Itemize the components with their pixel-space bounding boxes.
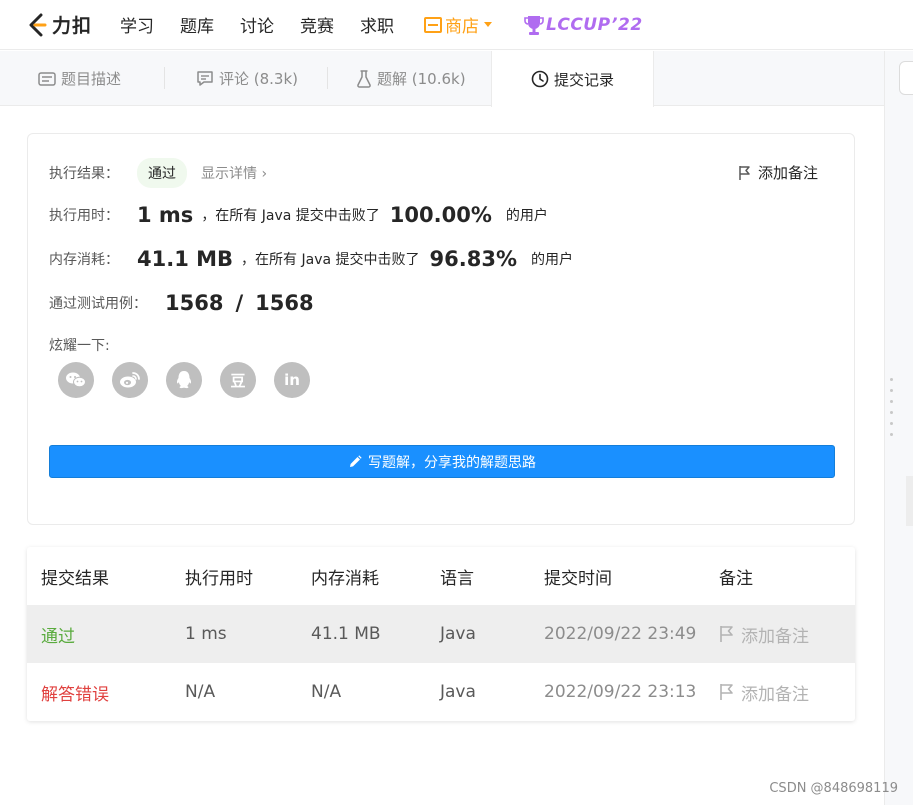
nav-lccup[interactable]: LCCUP’22 (524, 13, 643, 37)
runtime-value: 1 ms (137, 203, 194, 227)
row-add-note-button[interactable]: 添加备注 (719, 663, 809, 721)
row-runtime: N/A (185, 682, 216, 702)
tab-solutions-label: 题解 (10.6k) (377, 70, 466, 88)
tab-description[interactable]: 题目描述 (38, 51, 121, 106)
nav-store[interactable]: 商店 (424, 12, 493, 37)
row-add-note-label: 添加备注 (741, 626, 809, 647)
nav-jobs[interactable]: 求职 (360, 12, 394, 37)
tests-passed: 1568 (165, 291, 224, 315)
header-runtime: 执行用时 (185, 568, 253, 589)
memory-value: 41.1 MB (137, 247, 234, 271)
show-details-link[interactable]: 显示详情 › (201, 163, 267, 183)
row-add-note-label: 添加备注 (741, 684, 809, 705)
write-solution-button[interactable]: 写题解，分享我的解题思路 (49, 445, 835, 478)
weibo-icon[interactable] (112, 362, 148, 398)
runtime-row: 执行用时： 1 ms ，在所有 Java 提交中击败了 100.00% 的用户 (49, 203, 548, 227)
row-result-link[interactable]: 通过 (41, 605, 75, 663)
flag-icon (720, 626, 733, 642)
row-memory: N/A (311, 682, 342, 702)
nav-contest[interactable]: 竞赛 (300, 12, 334, 37)
editor-toggle-button[interactable] (899, 61, 913, 95)
memory-label: 内存消耗： (49, 252, 119, 268)
header-note: 备注 (719, 568, 753, 589)
tab-bar: 题目描述 评论 (8.3k) 题解 (10.6k) 提交记录 (0, 51, 884, 107)
qq-icon[interactable] (166, 362, 202, 398)
logo[interactable]: 力扣 (26, 11, 92, 38)
memory-percent: 96.83% (429, 247, 517, 271)
description-icon (38, 71, 56, 86)
nav-discuss[interactable]: 讨论 (240, 12, 274, 37)
store-icon (424, 16, 443, 33)
tab-comments-label: 评论 (8.3k) (219, 70, 299, 88)
flag-icon (720, 684, 733, 700)
share-row: 炫耀一下: (49, 335, 110, 355)
row-language: Java (440, 682, 476, 702)
row-memory: 41.1 MB (311, 624, 381, 644)
header-time: 提交时间 (544, 568, 612, 589)
nav-store-label: 商店 (445, 17, 480, 37)
write-solution-label: 写题解，分享我的解题思路 (368, 454, 536, 471)
row-add-note-button[interactable]: 添加备注 (719, 605, 809, 663)
add-note-button[interactable]: 添加备注 (738, 162, 818, 183)
comment-icon (196, 70, 214, 87)
row-result-link[interactable]: 解答错误 (41, 663, 109, 721)
header-result: 提交结果 (41, 568, 109, 589)
row-language: Java (440, 624, 476, 644)
add-note-label: 添加备注 (757, 164, 818, 182)
pencil-icon (350, 454, 362, 467)
lccup-label: LCCUP’22 (546, 14, 643, 35)
memory-text: ，在所有 Java 提交中击败了 (241, 252, 420, 268)
tab-comments[interactable]: 评论 (8.3k) (196, 51, 298, 106)
douban-icon[interactable]: 豆 (220, 362, 256, 398)
submission-result-card: 执行结果： 通过 显示详情 › 添加备注 执行用时： 1 ms ，在所有 Jav… (27, 133, 855, 525)
tests-row: 通过测试用例： 1568 / 1568 (49, 291, 314, 315)
row-time: 2022/09/22 23:49 (544, 624, 697, 644)
trophy-icon (524, 15, 544, 35)
flask-icon (356, 69, 372, 88)
linkedin-icon[interactable]: in (274, 362, 310, 398)
table-row[interactable]: 通过 1 ms 41.1 MB Java 2022/09/22 23:49 添加… (27, 605, 855, 663)
share-label: 炫耀一下: (49, 338, 110, 354)
tests-label: 通过测试用例： (49, 296, 147, 312)
tab-divider (164, 67, 165, 89)
submissions-table: 提交结果 执行用时 内存消耗 语言 提交时间 备注 通过 1 ms 41.1 M… (27, 547, 855, 721)
memory-suffix: 的用户 (530, 252, 573, 268)
nav-problems[interactable]: 题库 (180, 12, 214, 37)
collapse-handle[interactable] (906, 476, 913, 526)
logo-text: 力扣 (52, 15, 93, 37)
status-badge: 通过 (137, 158, 187, 188)
header-memory: 内存消耗 (311, 568, 379, 589)
table-header: 提交结果 执行用时 内存消耗 语言 提交时间 备注 (27, 547, 855, 605)
tab-submissions[interactable]: 提交记录 (491, 51, 654, 107)
runtime-text: ，在所有 Java 提交中击败了 (201, 208, 380, 224)
flag-icon (739, 165, 750, 180)
watermark: CSDN @848698119 (769, 781, 898, 796)
header-language: 语言 (440, 568, 474, 589)
tab-description-label: 题目描述 (61, 70, 122, 88)
runtime-percent: 100.00% (389, 203, 492, 227)
nav-learn[interactable]: 学习 (120, 12, 154, 37)
tests-separator: / (235, 291, 244, 315)
tab-solutions[interactable]: 题解 (10.6k) (356, 51, 466, 106)
editor-splitter[interactable] (884, 51, 913, 805)
result-status-row: 执行结果： 通过 显示详情 › (49, 158, 267, 188)
row-runtime: 1 ms (185, 624, 227, 644)
tab-divider (327, 67, 328, 89)
tab-submissions-label: 提交记录 (553, 70, 614, 89)
status-label: 执行结果： (49, 166, 119, 182)
share-icons: 豆 in (58, 362, 328, 398)
leetcode-logo-icon (29, 13, 47, 36)
tests-total: 1568 (255, 291, 314, 315)
memory-row: 内存消耗： 41.1 MB ，在所有 Java 提交中击败了 96.83% 的用… (49, 247, 573, 271)
top-nav: 力扣 学习 题库 讨论 竞赛 求职 商店 LCCUP’22 (0, 0, 913, 50)
runtime-suffix: 的用户 (505, 208, 548, 224)
table-row[interactable]: 解答错误 N/A N/A Java 2022/09/22 23:13 添加备注 (27, 663, 855, 721)
chevron-down-icon (484, 22, 493, 27)
wechat-icon[interactable] (58, 362, 94, 398)
row-time: 2022/09/22 23:13 (544, 682, 697, 702)
clock-icon (531, 70, 549, 88)
drag-handle-icon[interactable] (890, 378, 894, 444)
runtime-label: 执行用时： (49, 208, 119, 224)
